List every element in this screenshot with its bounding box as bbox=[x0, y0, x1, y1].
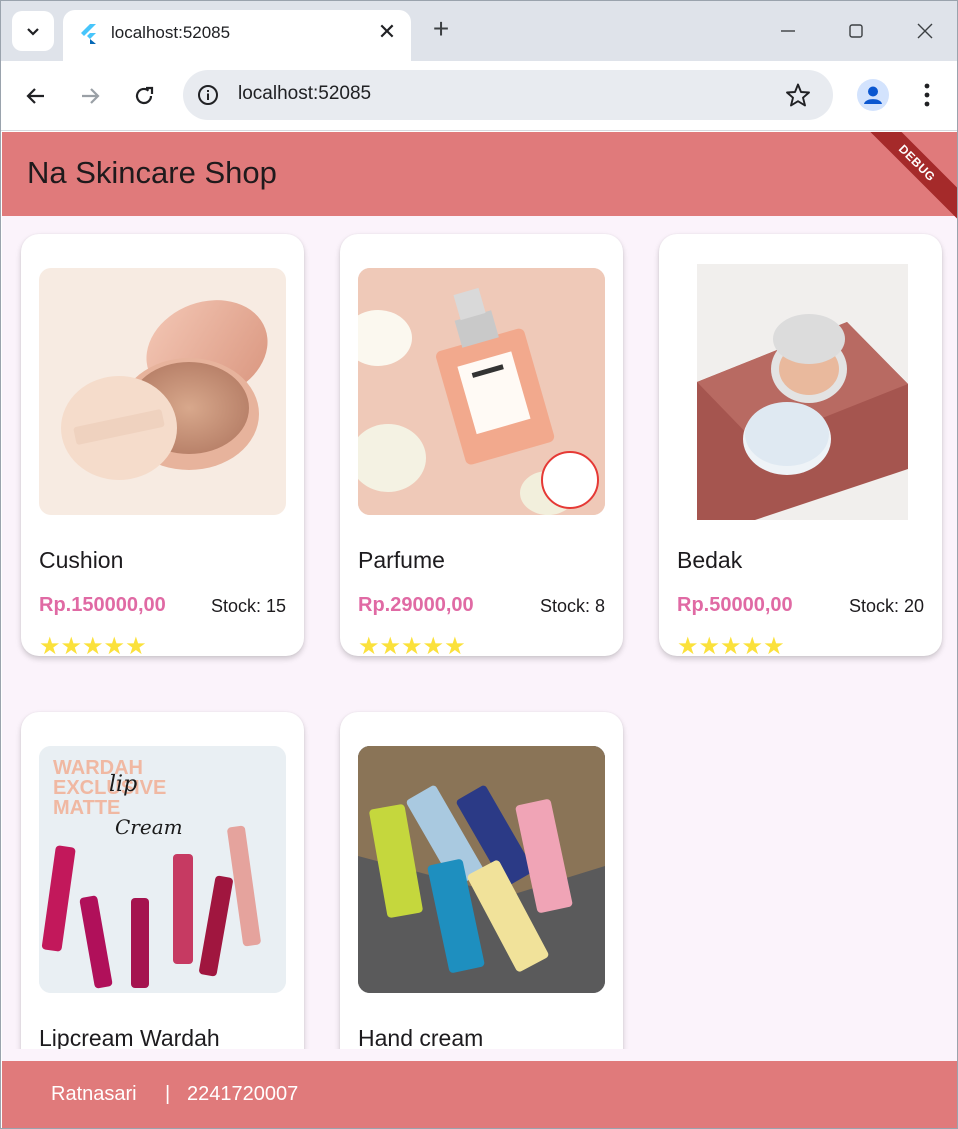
product-card[interactable]: WARDAH EXCLUSIVE MATTE lip Cream Lipcrea… bbox=[21, 712, 304, 1049]
matte-text: MATTE bbox=[53, 797, 120, 819]
rating-stars-icon: ★★★★★ bbox=[677, 633, 785, 656]
person-icon bbox=[864, 86, 882, 104]
browser-window: localhost:52085 ✕ + localhost:52085 Na S… bbox=[0, 0, 958, 1129]
profile-avatar[interactable] bbox=[857, 79, 889, 111]
rating-stars-icon: ★★★★★ bbox=[39, 633, 147, 656]
tab-search-button[interactable] bbox=[12, 11, 54, 51]
cushion-image bbox=[39, 268, 286, 515]
product-stock: Stock: 15 bbox=[210, 596, 286, 616]
minimize-icon bbox=[781, 30, 795, 32]
footer-nim: 2241720007 bbox=[187, 1083, 299, 1105]
back-button[interactable] bbox=[18, 78, 54, 114]
product-card[interactable]: Parfume Rp.29000,00 Stock: 8 ★★★★★ bbox=[340, 234, 623, 656]
bookmark-star-icon[interactable] bbox=[785, 82, 811, 108]
product-card[interactable]: Bedak Rp.50000,00 Stock: 20 ★★★★★ bbox=[659, 234, 942, 656]
info-icon[interactable] bbox=[197, 84, 219, 106]
minimize-button[interactable] bbox=[772, 15, 804, 47]
product-card[interactable]: Cushion Rp.150000,00 Stock: 15 ★★★★★ bbox=[21, 234, 304, 656]
product-stock: Stock: 20 bbox=[848, 596, 924, 616]
reload-button[interactable] bbox=[126, 78, 162, 114]
footer-bar: Ratnasari | 2241720007 bbox=[2, 1061, 957, 1128]
url-text[interactable]: localhost:52085 bbox=[238, 83, 371, 105]
rating-stars-icon: ★★★★★ bbox=[358, 633, 466, 656]
maximize-icon bbox=[849, 24, 863, 38]
product-name: Cushion bbox=[39, 547, 124, 573]
cream-script-text: Cream bbox=[115, 815, 183, 839]
app-viewport: Na Skincare Shop DEBUG Cushion Rp.150000… bbox=[2, 132, 957, 1128]
more-vert-icon bbox=[924, 83, 930, 107]
lip-script-text: lip bbox=[109, 772, 137, 797]
product-price: Rp.50000,00 bbox=[677, 594, 793, 616]
product-stock: Stock: 8 bbox=[539, 596, 605, 616]
new-tab-button[interactable]: + bbox=[427, 13, 455, 44]
forward-button[interactable] bbox=[72, 78, 108, 114]
product-price: Rp.29000,00 bbox=[358, 594, 474, 616]
app-bar: Na Skincare Shop DEBUG bbox=[2, 132, 957, 224]
lipcream-image: WARDAH EXCLUSIVE MATTE lip Cream bbox=[39, 746, 286, 993]
parfume-image bbox=[358, 268, 605, 515]
product-name: Parfume bbox=[358, 547, 445, 573]
product-name: Lipcream Wardah bbox=[39, 1025, 220, 1049]
arrow-right-icon bbox=[82, 88, 100, 104]
browser-tab[interactable]: localhost:52085 ✕ bbox=[63, 10, 411, 61]
product-card[interactable]: Hand cream bbox=[340, 712, 623, 1049]
footer-separator: | bbox=[165, 1083, 171, 1105]
hand-cream-image bbox=[358, 746, 605, 993]
product-name: Hand cream bbox=[358, 1025, 484, 1049]
browser-toolbar: localhost:52085 bbox=[1, 61, 957, 131]
product-price: Rp.150000,00 bbox=[39, 594, 166, 616]
close-tab-icon[interactable]: ✕ bbox=[375, 19, 399, 44]
app-title: Na Skincare Shop bbox=[27, 155, 277, 190]
tab-strip: localhost:52085 ✕ + bbox=[1, 1, 957, 61]
browser-menu-button[interactable] bbox=[913, 79, 941, 111]
arrow-left-icon bbox=[26, 88, 44, 104]
chevron-down-icon bbox=[27, 28, 39, 36]
footer-name: Ratnasari bbox=[51, 1083, 137, 1105]
close-icon bbox=[917, 23, 933, 39]
flutter-icon bbox=[81, 24, 96, 44]
product-grid[interactable]: Cushion Rp.150000,00 Stock: 15 ★★★★★ Par… bbox=[2, 216, 957, 1049]
address-bar[interactable]: localhost:52085 bbox=[183, 70, 833, 120]
reload-icon bbox=[135, 86, 154, 105]
debug-banner: DEBUG bbox=[856, 132, 957, 224]
maximize-button[interactable] bbox=[840, 15, 872, 47]
tab-title: localhost:52085 bbox=[111, 23, 231, 42]
product-name: Bedak bbox=[677, 547, 743, 573]
close-window-button[interactable] bbox=[909, 15, 941, 47]
bedak-image bbox=[697, 264, 908, 520]
